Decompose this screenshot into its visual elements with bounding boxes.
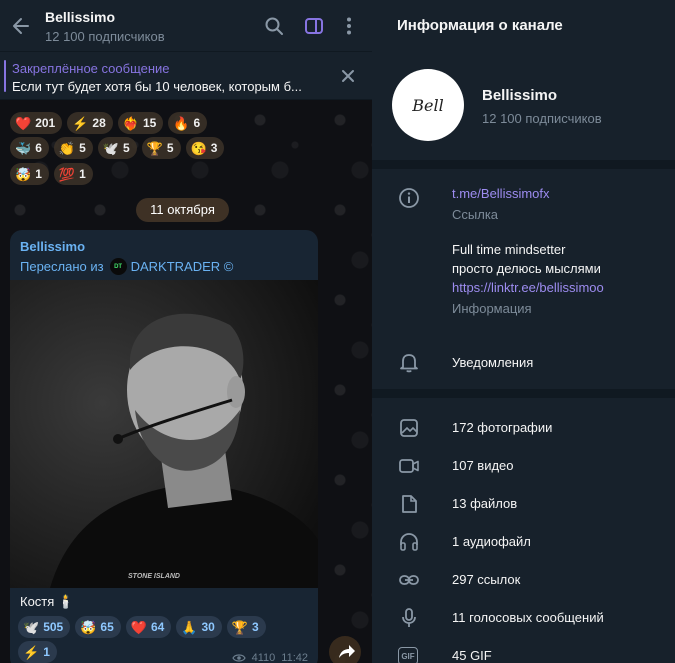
- channel-subscriber-count: 12 100 подписчиков: [482, 111, 602, 126]
- message-reactions: ❤️ 201 ⚡ 28 ❤️‍🔥 15 🔥 6: [10, 112, 208, 134]
- chat-panel: Bellissimo 12 100 подписчиков Закреплённ…: [0, 0, 372, 663]
- media-label: 297 ссылок: [452, 572, 521, 587]
- about-caption: Информация: [452, 301, 532, 316]
- pinned-text: Если тут будет хотя бы 10 человек, котор…: [12, 79, 302, 94]
- reaction-chip[interactable]: 🕊️ 5: [97, 137, 137, 159]
- microphone-icon: [398, 607, 420, 629]
- media-label: 45 GIF: [452, 648, 492, 663]
- forwarded-prefix: Переслано из: [20, 259, 104, 274]
- media-label: 11 голосовых сообщений: [452, 610, 604, 625]
- date-separator: 11 октября: [136, 198, 229, 222]
- svg-text:STONE ISLAND: STONE ISLAND: [128, 573, 180, 580]
- media-row-gifs[interactable]: GIF 45 GIF: [372, 637, 675, 663]
- forwarded-from[interactable]: Переслано из DT DARKTRADER ©: [20, 258, 233, 275]
- reaction-chip[interactable]: 💯 1: [53, 163, 93, 185]
- media-label: 1 аудиофайл: [452, 534, 531, 549]
- pinned-message-bar[interactable]: Закреплённое сообщение Если тут будет хо…: [0, 52, 372, 100]
- reaction-chip[interactable]: 🏆 3: [226, 616, 266, 638]
- message-meta: 4110 11:42: [231, 652, 308, 663]
- message-author[interactable]: Bellissimo: [20, 239, 85, 254]
- info-icon: [398, 187, 420, 209]
- message-reactions: 🐳 6 👏 5 🕊️ 5 🏆 5 😘 3: [10, 137, 225, 159]
- message-reactions: 🕊️ 505 🤯 65 ❤️ 64 🙏 30 🏆 3: [18, 616, 266, 638]
- pinned-indicator: [4, 60, 6, 92]
- reaction-chip[interactable]: ❤️ 201: [10, 112, 63, 134]
- reaction-chip[interactable]: ⚡ 1: [18, 641, 57, 663]
- reaction-chip[interactable]: 🏆 5: [141, 137, 181, 159]
- reaction-chip[interactable]: 🐳 6: [10, 137, 49, 159]
- bell-icon: [398, 351, 420, 373]
- reaction-chip[interactable]: ⚡ 28: [67, 112, 113, 134]
- link-icon: [398, 569, 420, 591]
- message-text: Костя 🕯️: [20, 594, 75, 609]
- media-label: 107 видео: [452, 458, 514, 473]
- view-count: 4110: [251, 652, 276, 663]
- photo-icon: [398, 417, 420, 439]
- share-arrow-icon: [339, 645, 355, 658]
- reaction-chip[interactable]: 😘 3: [185, 137, 225, 159]
- reaction-chip[interactable]: 🔥 6: [168, 112, 208, 134]
- media-row-videos[interactable]: 107 видео: [372, 447, 675, 485]
- headphones-icon: [398, 531, 420, 553]
- sidebar-toggle-icon[interactable]: [303, 15, 325, 37]
- reaction-chip[interactable]: 👏 5: [53, 137, 93, 159]
- media-row-audio[interactable]: 1 аудиофайл: [372, 523, 675, 561]
- notifications-label[interactable]: Уведомления: [452, 355, 533, 370]
- media-row-files[interactable]: 13 файлов: [372, 485, 675, 523]
- about-link[interactable]: https://linktr.ee/bellissimoo: [452, 280, 604, 295]
- reaction-chip[interactable]: ❤️ 64: [125, 616, 172, 638]
- message-reactions: 🤯 1 💯 1: [10, 163, 93, 185]
- chat-title[interactable]: Bellissimo: [45, 9, 115, 25]
- pinned-title: Закреплённое сообщение: [12, 61, 170, 76]
- media-label: 172 фотографии: [452, 420, 553, 435]
- message-photo[interactable]: STONE ISLAND: [10, 280, 318, 588]
- about-line-1: Full time mindsetter: [452, 242, 566, 257]
- reaction-chip[interactable]: 🕊️ 505: [18, 616, 71, 638]
- source-avatar: DT: [109, 258, 127, 275]
- close-icon[interactable]: [340, 68, 356, 84]
- chat-subscriber-count: 12 100 подписчиков: [45, 29, 165, 44]
- reaction-chip[interactable]: ❤️‍🔥 15: [117, 112, 164, 134]
- media-row-photos[interactable]: 172 фотографии: [372, 409, 675, 447]
- media-row-links[interactable]: 297 ссылок: [372, 561, 675, 599]
- media-label: 13 файлов: [452, 496, 518, 511]
- forwarded-source[interactable]: DARKTRADER ©: [131, 259, 234, 274]
- share-button[interactable]: [329, 636, 361, 663]
- channel-avatar[interactable]: Bell: [392, 69, 464, 141]
- channel-info-panel: Информация о канале Bell Bellissimo 12 1…: [372, 0, 675, 663]
- link-caption: Ссылка: [452, 207, 499, 222]
- more-options-icon[interactable]: [338, 15, 360, 37]
- channel-name: Bellissimo: [482, 87, 558, 104]
- gif-icon: GIF: [398, 647, 418, 663]
- message-reactions: ⚡ 1: [18, 641, 57, 663]
- eye-icon: [231, 653, 246, 663]
- about-line-2: просто делюсь мыслями: [452, 261, 601, 276]
- section-divider: [372, 389, 675, 398]
- panel-title: Информация о канале: [397, 17, 563, 34]
- back-arrow-icon[interactable]: [10, 15, 32, 37]
- reaction-chip[interactable]: 🤯 1: [10, 163, 49, 185]
- message-time: 11:42: [281, 652, 308, 663]
- search-icon[interactable]: [263, 15, 285, 37]
- chat-header: Bellissimo 12 100 подписчиков: [0, 0, 372, 52]
- avatar-logo-text: Bell: [412, 95, 444, 115]
- file-icon: [398, 493, 420, 515]
- forwarded-message[interactable]: Bellissimo Переслано из DT DARKTRADER ©: [10, 230, 318, 663]
- media-row-voice[interactable]: 11 голосовых сообщений: [372, 599, 675, 637]
- section-divider: [372, 160, 675, 169]
- reaction-chip[interactable]: 🙏 30: [176, 616, 222, 638]
- channel-link[interactable]: t.me/Bellissimofx: [452, 186, 550, 201]
- reaction-chip[interactable]: 🤯 65: [75, 616, 121, 638]
- video-icon: [398, 455, 420, 477]
